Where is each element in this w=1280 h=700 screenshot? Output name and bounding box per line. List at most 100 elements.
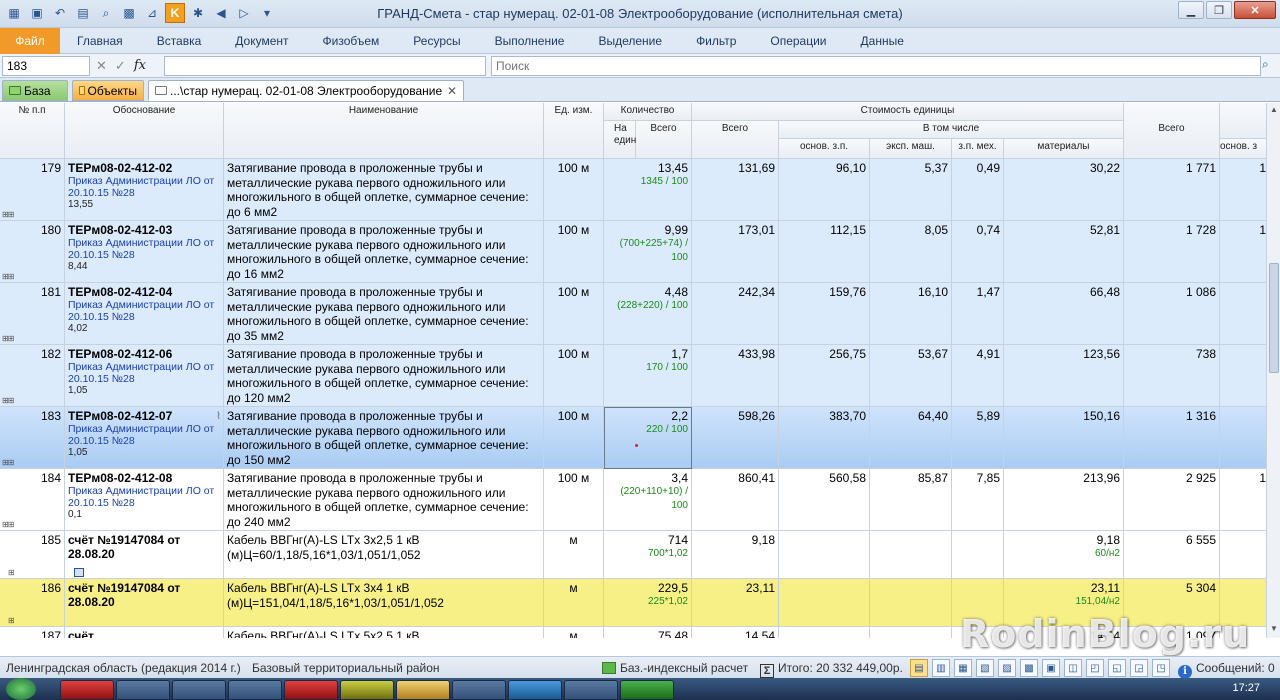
row-machine-cost[interactable] xyxy=(870,579,952,627)
row-base-wage[interactable]: 560,58 xyxy=(779,469,870,531)
header-machine-cost[interactable]: эксп. маш. xyxy=(870,139,952,159)
status-region[interactable]: Ленинградская область (редакция 2014 г.) xyxy=(6,661,241,675)
row-materials[interactable]: 150,16 xyxy=(1004,407,1124,469)
row-base-wage[interactable] xyxy=(779,627,870,638)
cell-reference-field[interactable]: 183 xyxy=(2,56,90,76)
row-materials[interactable]: 52,81 xyxy=(1004,221,1124,283)
table-row[interactable]: 179 ТЕРм08-02-412-02 Приказ Администраци… xyxy=(0,159,1280,221)
row-mech-wage[interactable]: 0,74 xyxy=(952,221,1004,283)
view-icon-2[interactable]: ▥ xyxy=(932,659,950,677)
row-mech-wage[interactable]: 1,47 xyxy=(952,283,1004,345)
row-name[interactable]: Затягивание провода в проложенные трубы … xyxy=(224,407,544,469)
vertical-scrollbar[interactable]: ▲ ▼ xyxy=(1266,103,1280,638)
view-icon-8[interactable]: ◫ xyxy=(1064,659,1082,677)
row-mech-wage[interactable]: 4,91 xyxy=(952,345,1004,407)
row-machine-cost[interactable]: 16,10 xyxy=(870,283,952,345)
row-unit[interactable]: 100 м xyxy=(544,345,604,407)
cancel-icon[interactable]: ✕ xyxy=(96,58,107,74)
status-total[interactable]: Σ Итого: 20 332 449,00р. xyxy=(760,661,903,678)
row-materials[interactable]: 123,56 xyxy=(1004,345,1124,407)
row-machine-cost[interactable]: 64,40 xyxy=(870,407,952,469)
row-materials[interactable]: 66,48 xyxy=(1004,283,1124,345)
row-basis[interactable]: ТЕРм08-02-412-07 Приказ Администрации ЛО… xyxy=(65,407,224,469)
fx-icon[interactable]: fx xyxy=(134,58,146,74)
tab-objects[interactable]: Объекты xyxy=(72,80,144,101)
row-unit-total[interactable]: 23,11 xyxy=(692,579,779,627)
menu-resources[interactable]: Ресурсы xyxy=(396,34,477,48)
menu-file[interactable]: Файл xyxy=(0,27,60,54)
scroll-down-icon[interactable]: ▼ xyxy=(1268,624,1280,636)
tab-base[interactable]: База xyxy=(2,80,68,101)
row-unit-total[interactable]: 9,18 xyxy=(692,531,779,579)
expand-icon[interactable]: ⊞⊞ xyxy=(2,458,14,467)
row-qty-active-cell[interactable]: 2,2 220 / 100 xyxy=(604,407,692,469)
row-qty[interactable]: 3,4 (220+110+10) / 100 xyxy=(604,469,692,531)
taskbar-folder-icon[interactable] xyxy=(396,680,450,700)
view-icon-4[interactable]: ▧ xyxy=(976,659,994,677)
row-machine-cost[interactable] xyxy=(870,627,952,638)
search-input[interactable] xyxy=(491,56,1261,76)
start-button-icon[interactable] xyxy=(6,678,36,700)
menu-physical-volume[interactable]: Физобъем xyxy=(306,34,397,48)
taskbar-app-icon[interactable] xyxy=(508,680,562,700)
row-base-wage[interactable]: 383,70 xyxy=(779,407,870,469)
row-base-wage[interactable]: 96,10 xyxy=(779,159,870,221)
header-materials[interactable]: материалы xyxy=(1004,139,1124,159)
menu-insert[interactable]: Вставка xyxy=(140,34,219,48)
row-unit-total[interactable]: 433,98 xyxy=(692,345,779,407)
close-icon[interactable]: ✕ xyxy=(1234,1,1276,19)
taskbar-app-icon[interactable] xyxy=(340,680,394,700)
row-mech-wage[interactable] xyxy=(952,531,1004,579)
row-total2[interactable]: 1 728 xyxy=(1124,221,1220,283)
row-unit[interactable]: 100 м xyxy=(544,469,604,531)
row-name[interactable]: Кабель ВВГнг(А)-LS LTх 5х2,5 1 кВ xyxy=(224,627,544,638)
row-materials[interactable]: 9,18 60/н2 xyxy=(1004,531,1124,579)
view-icon-7[interactable]: ▣ xyxy=(1042,659,1060,677)
row-unit-total[interactable]: 598,26 xyxy=(692,407,779,469)
table-row[interactable]: 181 ТЕРм08-02-412-04 Приказ Администраци… xyxy=(0,283,1280,345)
row-unit-total[interactable]: 242,34 xyxy=(692,283,779,345)
table-row[interactable]: 180 ТЕРм08-02-412-03 Приказ Администраци… xyxy=(0,221,1280,283)
row-basis[interactable]: счёт №19147084 от 28.08.20 xyxy=(65,531,224,579)
header-num[interactable]: № п.п xyxy=(0,103,65,159)
row-unit[interactable]: 100 м xyxy=(544,283,604,345)
header-unit-total[interactable]: Всего xyxy=(692,121,779,159)
header-name[interactable]: Наименование xyxy=(224,103,544,159)
row-base-wage[interactable] xyxy=(779,579,870,627)
row-total2[interactable]: 1 771 xyxy=(1124,159,1220,221)
row-base-wage[interactable] xyxy=(779,531,870,579)
row-machine-cost[interactable] xyxy=(870,531,952,579)
row-total2[interactable]: 6 555 xyxy=(1124,531,1220,579)
close-tab-icon[interactable]: ✕ xyxy=(447,84,457,98)
row-materials[interactable]: 213,96 xyxy=(1004,469,1124,531)
row-basis[interactable]: счёт xyxy=(65,627,224,638)
taskbar-app-icon[interactable] xyxy=(284,680,338,700)
taskbar-app-icon[interactable] xyxy=(228,680,282,700)
menu-document[interactable]: Документ xyxy=(218,34,305,48)
view-icon-10[interactable]: ◱ xyxy=(1108,659,1126,677)
menu-operations[interactable]: Операции xyxy=(753,34,843,48)
row-name[interactable]: Затягивание провода в проложенные трубы … xyxy=(224,469,544,531)
menu-selection[interactable]: Выделение xyxy=(581,34,679,48)
row-mech-wage[interactable]: 5,89 xyxy=(952,407,1004,469)
status-calc-method[interactable]: Баз.-индексный расчет xyxy=(602,661,748,675)
header-unit[interactable]: Ед. изм. xyxy=(544,103,604,159)
row-name[interactable]: Кабель ВВГнг(А)-LS LTх 3х2,5 1 кВ (м)Ц=6… xyxy=(224,531,544,579)
view-icon-11[interactable]: ◲ xyxy=(1130,659,1148,677)
row-qty[interactable]: 75,48 xyxy=(604,627,692,638)
tab-document[interactable]: ...\стар нумерац. 02-01-08 Электрооборуд… xyxy=(148,80,464,101)
row-unit[interactable]: м xyxy=(544,627,604,638)
row-unit[interactable]: м xyxy=(544,579,604,627)
maximize-icon[interactable]: ❐ xyxy=(1206,1,1232,19)
row-machine-cost[interactable]: 8,05 xyxy=(870,221,952,283)
row-base-wage[interactable]: 159,76 xyxy=(779,283,870,345)
row-materials[interactable]: 30,22 xyxy=(1004,159,1124,221)
row-unit-total[interactable]: 131,69 xyxy=(692,159,779,221)
menu-home[interactable]: Главная xyxy=(60,34,140,48)
row-total2[interactable]: 2 925 xyxy=(1124,469,1220,531)
row-qty[interactable]: 229,5 225*1,02 xyxy=(604,579,692,627)
row-basis[interactable]: ТЕРм08-02-412-06 Приказ Администрации ЛО… xyxy=(65,345,224,407)
row-basis[interactable]: ТЕРм08-02-412-04 Приказ Администрации ЛО… xyxy=(65,283,224,345)
header-quantity[interactable]: Количество xyxy=(604,103,692,121)
header-unit-cost[interactable]: Стоимость единицы xyxy=(692,103,1124,121)
